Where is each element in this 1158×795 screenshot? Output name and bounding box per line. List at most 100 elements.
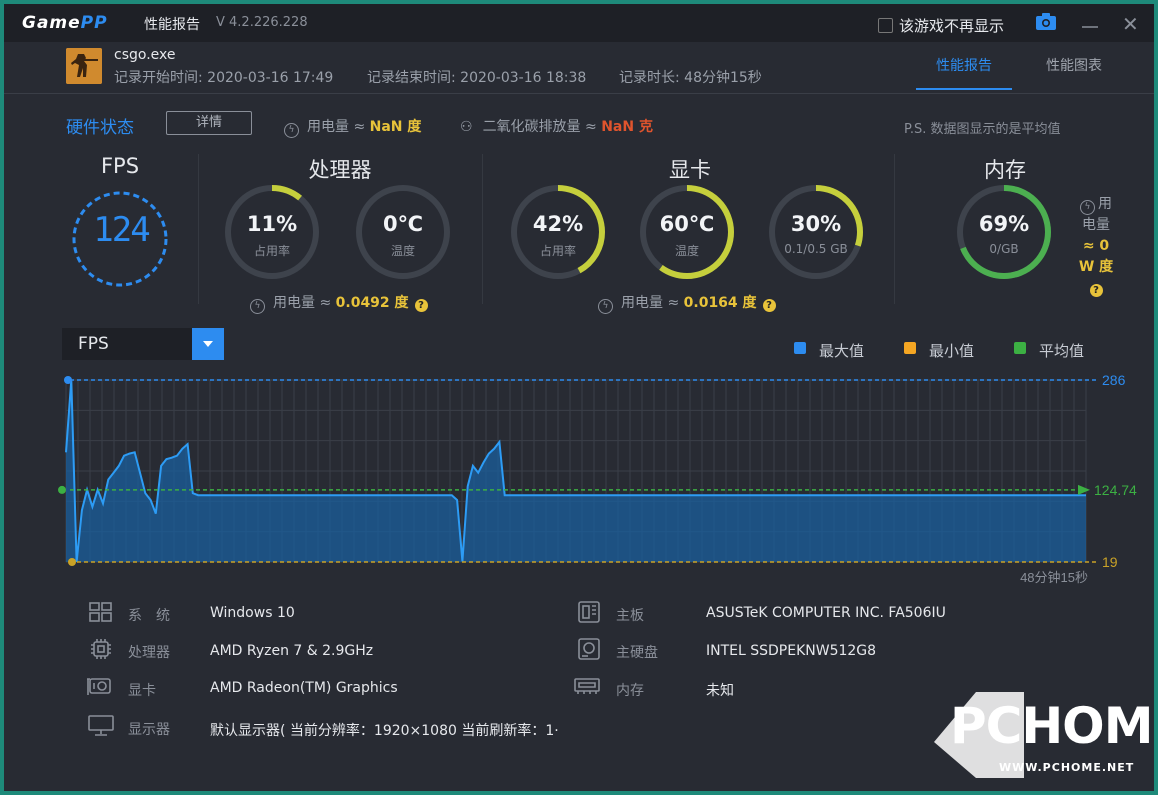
legend-max-label: 最大值 [819,342,865,360]
avg-marker [58,485,66,494]
gpu-usage-value: 42% [532,212,584,236]
gpu-temp-value: 60℃ [659,212,715,236]
hardware-status-title: 硬件状态 [66,118,134,138]
help-icon[interactable]: ? [762,299,776,312]
cpu-value: AMD Ryzen 7 & 2.9GHz [210,643,374,659]
gpu-card-icon [87,678,111,695]
hard-disk-icon [578,638,600,660]
legend-min-swatch [904,342,916,354]
dont-show-label: 该游戏不再显示 [899,17,1005,35]
bolt-icon: ϟ [1080,200,1095,215]
gpu-label: 显卡 [128,683,156,699]
fps-chart: 286 124.74 19 48分钟15秒 [58,372,1137,585]
legend-max-swatch [794,342,806,354]
minimize-icon[interactable] [1082,26,1098,28]
total-power-value: NaN 度 [369,119,422,135]
gpu-power-value: 0.0164 度 [683,295,757,311]
active-tab-indicator [916,88,1012,90]
gpu-memory-label: 0.1/0.5 GB [784,242,848,256]
version-label: V 4.2.226.228 [216,15,308,30]
tab-performance-charts[interactable]: 性能图表 [1034,55,1114,75]
camera-icon[interactable] [1036,13,1056,30]
display-label: 显示器 [128,722,170,738]
cpu-power: ϟ 用电量 ≈ 0.0492 度? [250,292,428,314]
fps-value: 124 [93,210,150,250]
max-value-label: 286 [1102,372,1126,388]
game-icon [66,48,102,84]
section-divider [482,154,483,304]
os-label: 系 统 [128,608,170,624]
disk-value: INTEL SSDPEKNW512G8 [706,643,877,659]
bolt-icon: ϟ [598,299,613,314]
section-divider [894,154,895,304]
watermark-url: WWW.PCHOME.NET [999,761,1135,774]
avg-arrow-icon [1078,484,1090,495]
dropdown-button[interactable] [192,328,224,360]
cpu-power-value: 0.0492 度 [335,295,409,311]
help-icon[interactable]: ? [414,299,428,312]
total-power: ϟ 用电量 ≈ NaN 度 [284,116,421,138]
help-icon[interactable]: ? [1089,284,1103,297]
os-value: Windows 10 [210,605,295,621]
cpu-temp-value: 0℃ [382,212,424,236]
section-divider [198,154,199,304]
max-marker [64,376,72,384]
co2-emission: ⚇ 二氧化碳排放量 ≈ NaN 克 [460,119,653,135]
legend-min-label: 最小值 [929,342,975,360]
bottle-icon: ⚇ [460,119,473,135]
cpu-usage-label: 占用率 [253,244,290,258]
average-note: P.S. 数据图显示的是平均值 [904,122,1061,137]
min-value-label: 19 [1102,554,1118,570]
memory-usage-label: 0/GB [989,242,1019,256]
legend-avg-swatch [1014,342,1026,354]
gpu-value: AMD Radeon(TM) Graphics [210,680,398,696]
ram-value: 未知 [706,683,734,699]
ram-label: 内存 [616,683,644,699]
gpu-title: 显卡 [669,158,711,182]
app-window: GamePP 性能报告 V 4.2.226.228 该游戏不再显示 ✕ csgo… [4,4,1154,791]
cpu-temp-label: 温度 [390,244,415,258]
dont-show-checkbox[interactable]: 该游戏不再显示 [878,15,1004,36]
game-name: csgo.exe [114,47,176,63]
chevron-down-icon [203,341,213,347]
checkbox-icon[interactable] [878,18,893,33]
disk-label: 主硬盘 [616,645,658,661]
motherboard-label: 主板 [616,608,644,624]
header-divider [4,93,1154,94]
cpu-label: 处理器 [128,645,170,661]
bolt-icon: ϟ [250,299,265,314]
windows-icon [89,602,112,622]
x-end-label: 48分钟15秒 [1020,570,1088,585]
display-value: 默认显示器( 当前分辨率：1920×1080 当前刷新率：1· [210,723,559,739]
motherboard-icon [578,601,600,623]
cpu-chip-icon [91,639,111,659]
record-duration: 记录时长: 48分钟15秒 [619,70,762,86]
memory-stick-icon [574,678,600,694]
details-button[interactable]: 详情 [166,111,252,135]
bolt-icon: ϟ [284,123,299,138]
gpu-memory-value: 30% [790,212,842,236]
avg-value-label: 124.74 [1094,482,1137,498]
watermark-text: PCHOME [950,697,1154,755]
cpu-title: 处理器 [308,158,372,182]
min-marker [68,558,76,566]
gpu-temp-label: 温度 [674,244,699,258]
close-icon[interactable]: ✕ [1122,12,1139,36]
cpu-usage-value: 11% [246,212,298,236]
gamepp-logo: GamePP [22,13,108,33]
legend-avg-label: 平均值 [1039,342,1085,360]
record-start-time: 记录开始时间: 2020-03-16 17:49 [114,70,334,86]
fps-title: FPS [100,154,140,178]
metric-select-value: FPS [78,334,109,354]
record-end-time: 记录结束时间: 2020-03-16 18:38 [367,70,587,86]
memory-title: 内存 [984,158,1026,182]
tab-performance-report[interactable]: 性能报告 [916,55,1012,75]
monitor-icon [88,715,114,736]
gpu-power: ϟ 用电量 ≈ 0.0164 度? [598,292,776,314]
co2-value: NaN 克 [601,119,653,135]
window-title: 性能报告 [144,17,200,33]
memory-power: ϟ用 电量 ≈ 0 W 度 ? [1078,196,1114,297]
motherboard-value: ASUSTeK COMPUTER INC. FA506IU [706,605,946,621]
memory-usage-value: 69% [978,212,1030,236]
gpu-usage-label: 占用率 [539,244,576,258]
